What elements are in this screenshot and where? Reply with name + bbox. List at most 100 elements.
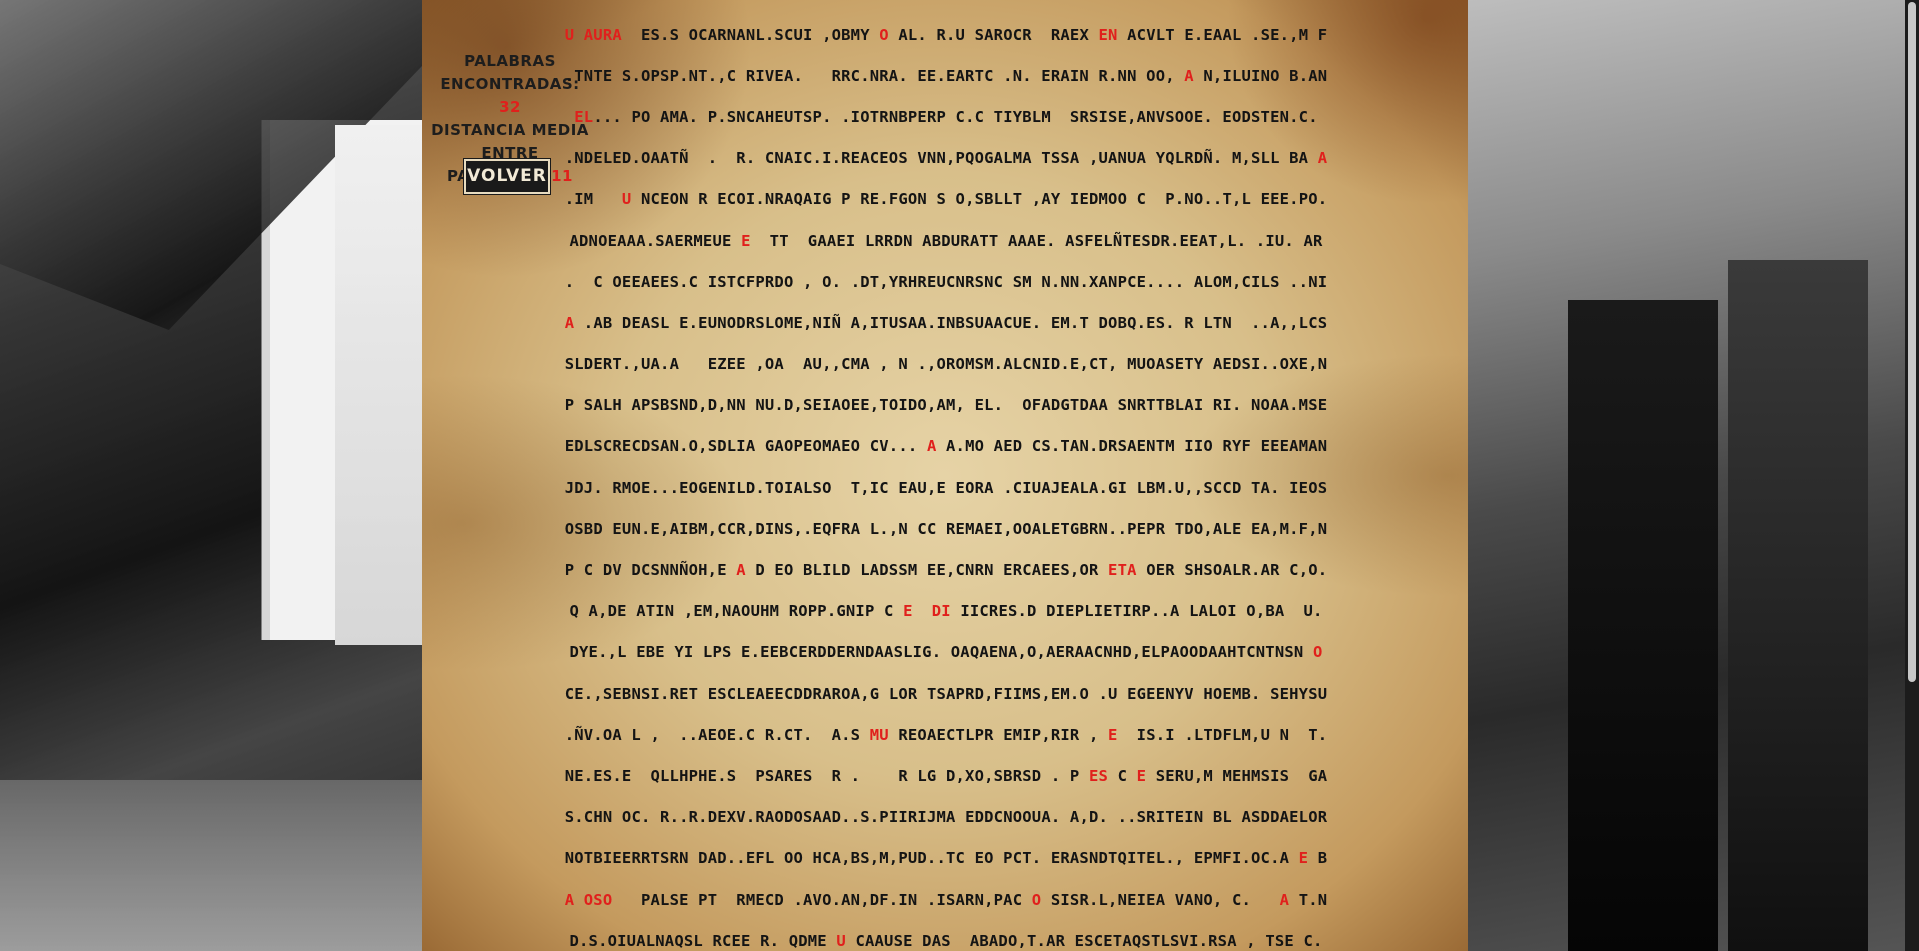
found-word: O <box>879 25 889 44</box>
letter-grid: U AURA ES.S OCARNANL.SCUI ,OBMY O AL. R.… <box>565 14 1327 951</box>
grid-row: D.S.OIUALNAQSL RCEE R. QDME U CAAUSE DAS… <box>569 920 1322 951</box>
background-door-shape <box>1568 300 1718 951</box>
grid-letters: CAAUSE DAS ABADO,T.AR ESCETAQSTLSVI.RSA … <box>845 931 1323 950</box>
found-word: U <box>621 190 632 209</box>
found-word: A OSO <box>564 890 613 909</box>
grid-row: .TNTE S.OPSP.NT.,C RIVEA. RRC.NRA. EE.EA… <box>565 55 1327 96</box>
grid-letters: ... PO AMA. P.SNCAHEUTSP. .IOTRNBPERP C.… <box>593 107 1318 126</box>
grid-letters: P SALH APSBSND,D,NN NU.D,SEIAOEE,TOIDO,A… <box>564 396 1328 415</box>
grid-letters: TT GAAEI LRRDN ABDURATT AAAE. ASFELÑTESD… <box>750 231 1323 250</box>
grid-row: A OSO PALSE PT RMECD .AVO.AN,DF.IN .ISAR… <box>565 879 1327 920</box>
found-word: A <box>736 561 746 580</box>
found-word: A <box>1184 66 1194 85</box>
grid-letters: CE.,SEBNSI.RET ESCLEAEECDDRAROA,G LOR TS… <box>564 684 1328 703</box>
grid-row: ADNOEAAA.SAERMEUE E TT GAAEI LRRDN ABDUR… <box>569 220 1322 261</box>
grid-letters: IICRES.D DIEPLIETIRP..A LALOI O,BA U. <box>950 602 1323 621</box>
grid-letters: .TNTE S.OPSP.NT.,C RIVEA. RRC.NRA. EE.EA… <box>564 66 1185 85</box>
grid-letters: T.N <box>1289 890 1328 909</box>
grid-row: .ÑV.OA L , ..AEOE.C R.CT. A.S MU REOAECT… <box>565 714 1327 755</box>
grid-letters: OER SHSOALR.AR C,O. <box>1136 561 1328 580</box>
grid-letters: ES.S OCARNANL.SCUI ,OBMY <box>621 25 880 44</box>
grid-letters: SISR.L,NEIEA VANO, C. <box>1041 890 1280 909</box>
grid-letters: DYE.,L EBE YI LPS E.EEBCERDDERNDAASLIG. … <box>569 643 1313 662</box>
grid-letters: .NDELED.OAATÑ . R. CNAIC.I.REACEOS VNN,P… <box>564 149 1318 168</box>
found-word: A <box>926 437 937 456</box>
grid-letters: REOAECTLPR EMIP,RIR , <box>888 725 1109 744</box>
grid-letters: NOTBIEERRTSRN DAD..EFL OO HCA,BS,M,PUD..… <box>564 849 1299 868</box>
background-window-shape <box>335 125 422 645</box>
found-word: EL <box>574 107 594 126</box>
scrollbar-thumb[interactable] <box>1908 2 1916 682</box>
found-word: MU <box>869 725 889 744</box>
grid-letters: SLDERT.,UA.A EZEE ,OA AU,,CMA , N .,OROM… <box>564 355 1328 374</box>
grid-row: NOTBIEERRTSRN DAD..EFL OO HCA,BS,M,PUD..… <box>565 838 1327 879</box>
found-word: EN <box>1098 25 1118 44</box>
grid-letters: PALSE PT RMECD .AVO.AN,DF.IN .ISARN,PAC <box>612 890 1032 909</box>
found-word: DI <box>931 602 951 621</box>
grid-row: .IM U NCEON R ECOI.NRAQAIG P RE.FGON S O… <box>565 179 1327 220</box>
grid-letters: B <box>1308 849 1328 868</box>
found-word: E <box>741 231 751 250</box>
grid-letters: . C OEEAEES.C ISTCFPRDO , O. .DT,YRHREUC… <box>564 272 1328 291</box>
grid-row: OSBD EUN.E,AIBM,CCR,DINS,.EQFRA L.,N CC … <box>565 508 1327 549</box>
grid-letters: P C DV DCSNNÑOH,E <box>564 561 737 580</box>
found-count: 32 <box>499 98 521 116</box>
grid-letters: C <box>1108 766 1137 785</box>
grid-letters: D.S.OIUALNAQSL RCEE R. QDME <box>569 931 837 950</box>
grid-row: A .AB DEASL E.EUNODRSLOME,NIÑ A,ITUSAA.I… <box>565 302 1327 343</box>
found-word: O <box>1312 643 1323 662</box>
found-word: U <box>836 931 846 950</box>
grid-letters: NE.ES.E QLLHPHE.S PSARES R . R LG D,XO,S… <box>564 766 1089 785</box>
grid-row: Q A,DE ATIN ,EM,NAOUHM ROPP.GNIP C E DI … <box>569 591 1322 632</box>
grid-letters: .AB DEASL E.EUNODRSLOME,NIÑ A,ITUSAA.INB… <box>574 313 1328 332</box>
grid-row: DYE.,L EBE YI LPS E.EEBCERDDERNDAASLIG. … <box>569 632 1322 673</box>
grid-letters <box>913 602 932 620</box>
found-word: ES <box>1088 766 1109 785</box>
found-word: E <box>903 602 913 621</box>
stats-distance-label: DISTANCIA MEDIA <box>431 121 589 139</box>
grid-row: JDJ. RMOE...EOGENILD.TOIALSO T,IC EAU,E … <box>565 467 1327 508</box>
grid-row: EDLSCRECDSAN.O,SDLIA GAOPEOMAEO CV... A … <box>565 426 1327 467</box>
grid-letters: .IM <box>564 190 622 209</box>
found-word: U AURA <box>564 25 622 44</box>
found-word: A <box>564 313 575 332</box>
grid-row: U AURA ES.S OCARNANL.SCUI ,OBMY O AL. R.… <box>565 14 1327 55</box>
grid-letters: ADNOEAAA.SAERMEUE <box>569 231 742 250</box>
grid-letters: N,ILUINO B.AN <box>1193 66 1328 85</box>
grid-row: SLDERT.,UA.A EZEE ,OA AU,,CMA , N .,OROM… <box>565 344 1327 385</box>
grid-row: . C OEEAEES.C ISTCFPRDO , O. .DT,YRHREUC… <box>565 261 1327 302</box>
grid-letters: AL. R.U SAROCR RAEX <box>888 25 1099 44</box>
found-word: O <box>1031 890 1042 909</box>
found-word: A <box>1317 149 1328 168</box>
stats-found-label: ENCONTRADAS: <box>440 75 580 93</box>
background-photo-left <box>0 0 422 951</box>
grid-letters: S.CHN OC. R..R.DEXV.RAODOSAAD..S.PIIRIJM… <box>564 808 1328 827</box>
grid-letters: ACVLT E.EAAL .SE.,M F <box>1117 25 1328 44</box>
found-word: A <box>1279 890 1290 909</box>
avg-distance: 11 <box>551 167 573 185</box>
grid-row: P SALH APSBSND,D,NN NU.D,SEIAOEE,TOIDO,A… <box>565 385 1327 426</box>
background-doorway-shape <box>1728 260 1868 951</box>
background-ground-shape <box>0 780 422 951</box>
grid-letters: IS.I .LTDFLM,U N T. <box>1117 725 1328 744</box>
grid-letters: SERU,M MEHMSIS GA <box>1146 766 1328 785</box>
found-word: E <box>1136 766 1147 785</box>
page-scrollbar[interactable] <box>1905 0 1919 951</box>
found-word: ETA <box>1108 561 1137 580</box>
grid-row: .NDELED.OAATÑ . R. CNAIC.I.REACEOS VNN,P… <box>565 138 1327 179</box>
grid-letters: EDLSCRECDSAN.O,SDLIA GAOPEOMAEO CV... <box>564 437 927 456</box>
found-word: E <box>1298 849 1309 868</box>
grid-letters: A.MO AED CS.TAN.DRSAENTM IIO RYF EEEAMAN <box>936 437 1328 456</box>
background-photo-right <box>1468 0 1919 951</box>
grid-letters: Q A,DE ATIN ,EM,NAOUHM ROPP.GNIP C <box>569 602 904 621</box>
grid-letters: JDJ. RMOE...EOGENILD.TOIALSO T,IC EAU,E … <box>564 478 1328 497</box>
grid-row: NE.ES.E QLLHPHE.S PSARES R . R LG D,XO,S… <box>565 755 1327 796</box>
found-word: E <box>1108 725 1118 744</box>
grid-letters: OSBD EUN.E,AIBM,CCR,DINS,.EQFRA L.,N CC … <box>564 519 1328 538</box>
back-button[interactable]: VOLVER <box>464 159 550 194</box>
grid-row: S.CHN OC. R..R.DEXV.RAODOSAAD..S.PIIRIJM… <box>565 797 1327 838</box>
grid-row: P C DV DCSNNÑOH,E A D EO BLILD LADSSM EE… <box>565 549 1327 590</box>
grid-row: EL... PO AMA. P.SNCAHEUTSP. .IOTRNBPERP … <box>574 96 1317 137</box>
grid-letters: NCEON R ECOI.NRAQAIG P RE.FGON S O,SBLLT… <box>631 190 1328 209</box>
grid-letters: D EO BLILD LADSSM EE,CNRN ERCAEES,OR <box>745 561 1109 580</box>
